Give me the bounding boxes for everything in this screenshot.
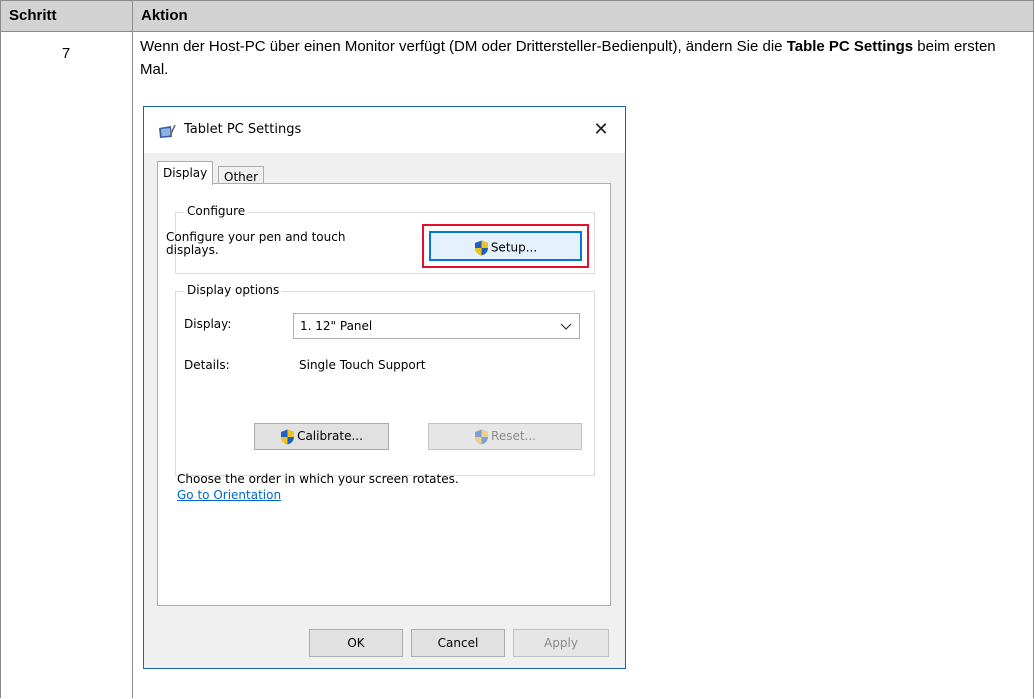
cancel-button[interactable]: Cancel <box>411 629 505 657</box>
action-text-part1: Wenn der Host-PC über einen Monitor verf… <box>140 38 787 55</box>
table-right-border <box>1033 31 1034 698</box>
column-divider <box>132 0 133 698</box>
uac-shield-icon <box>475 429 489 444</box>
go-to-orientation-link[interactable]: Go to Orientation <box>177 488 281 502</box>
ok-button[interactable]: OK <box>309 629 403 657</box>
details-value: Single Touch Support <box>299 358 426 372</box>
reset-button-label: Reset... <box>491 429 536 443</box>
uac-shield-icon <box>474 240 488 255</box>
display-select-value: 1. 12" Panel <box>300 319 373 333</box>
apply-button[interactable]: Apply <box>513 629 609 657</box>
setup-button[interactable]: Setup... <box>429 231 582 261</box>
action-text-bold: Table PC Settings <box>786 38 914 55</box>
configure-description: Configure your pen and touch displays. <box>166 230 346 257</box>
chevron-down-icon <box>560 323 572 330</box>
display-select[interactable]: 1. 12" Panel <box>293 313 580 339</box>
tablet-pc-icon <box>159 124 176 138</box>
display-options-group-title: Display options <box>184 283 283 297</box>
setup-button-label: Setup... <box>490 240 538 255</box>
table-left-border <box>0 31 1 698</box>
uac-shield-icon <box>281 429 295 444</box>
header-step: Schritt <box>9 7 57 24</box>
step-number: 7 <box>61 45 71 62</box>
table-header-row: Schritt Aktion <box>0 0 1034 32</box>
tab-display[interactable]: Display <box>157 161 214 185</box>
close-button[interactable]: ✕ <box>590 119 612 141</box>
header-action: Aktion <box>141 7 188 24</box>
tablet-pc-settings-dialog: Tablet PC Settings ✕ Display Other Confi… <box>143 106 626 669</box>
details-label: Details: <box>184 358 230 372</box>
display-label: Display: <box>184 317 232 331</box>
calibrate-button[interactable]: Calibrate... <box>254 423 389 450</box>
dialog-title: Tablet PC Settings <box>184 122 302 137</box>
dialog-titlebar: Tablet PC Settings ✕ <box>144 107 625 153</box>
action-text: Wenn der Host-PC über einen Monitor verf… <box>140 35 1020 81</box>
calibrate-button-label: Calibrate... <box>297 429 363 443</box>
orientation-text: Choose the order in which your screen ro… <box>177 472 459 486</box>
configure-group-title: Configure <box>184 204 249 218</box>
reset-button[interactable]: Reset... <box>428 423 582 450</box>
